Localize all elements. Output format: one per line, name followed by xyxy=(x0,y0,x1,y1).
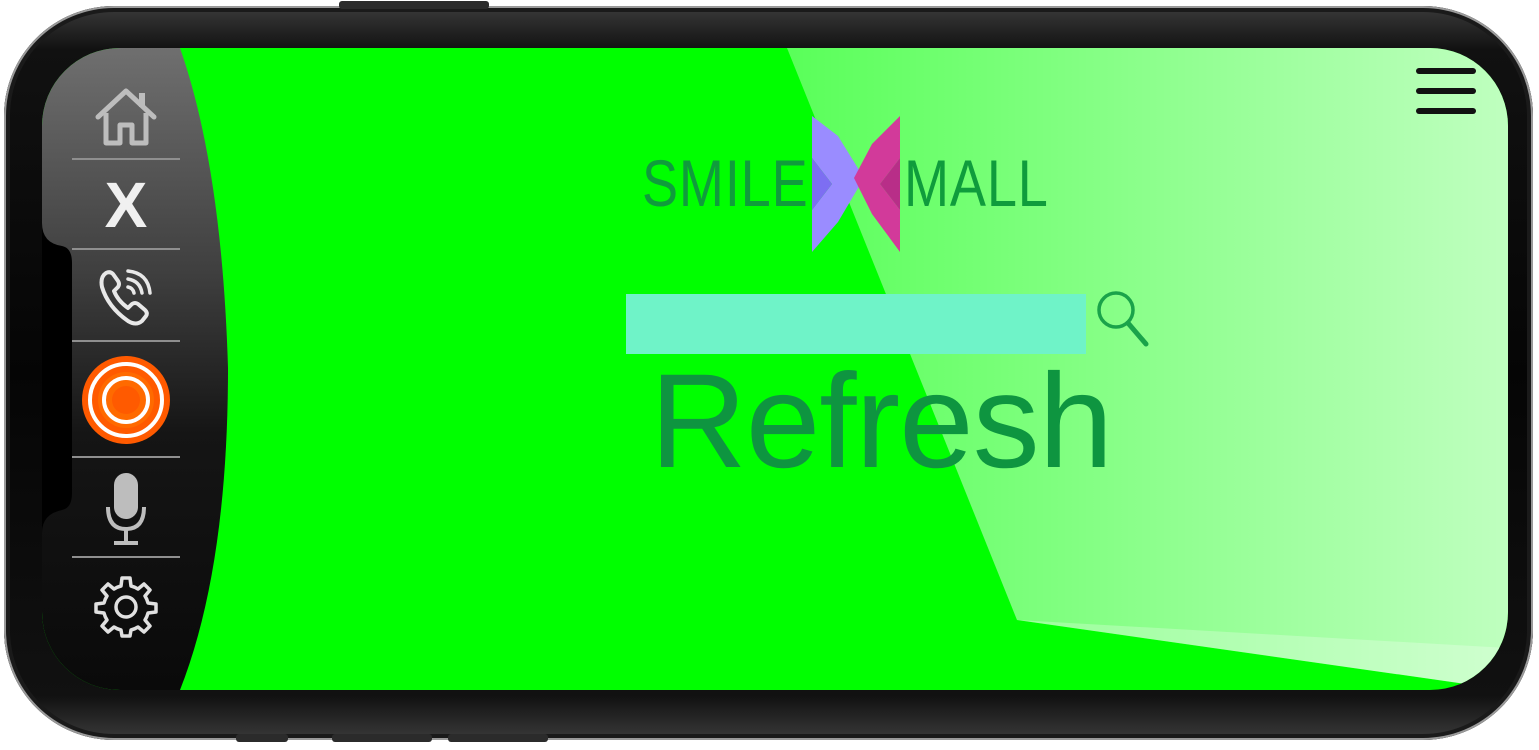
sidebar-item-close[interactable]: X xyxy=(72,162,180,248)
sidebar-divider xyxy=(72,158,180,160)
phone-frame: X SMILE MALL Refresh xyxy=(4,1,1533,742)
close-icon: X xyxy=(104,169,148,241)
sidebar-divider xyxy=(72,340,180,342)
sidebar-item-home[interactable] xyxy=(72,76,180,156)
sidebar-item-call[interactable] xyxy=(72,254,180,340)
hamburger-menu-icon xyxy=(1416,88,1476,94)
sidebar-item-settings[interactable] xyxy=(72,566,180,646)
search-button[interactable] xyxy=(1094,288,1154,352)
search-icon xyxy=(1097,291,1149,347)
search-input[interactable] xyxy=(626,294,1086,354)
sidebar-divider xyxy=(72,556,180,558)
phone-bottom-button-3 xyxy=(448,734,548,742)
sidebar: X xyxy=(42,48,242,690)
phone-top-button xyxy=(339,1,489,9)
refresh-button[interactable]: Refresh xyxy=(650,351,1113,493)
phone-bottom-button-2 xyxy=(332,734,432,742)
sidebar-divider xyxy=(72,248,180,250)
gear-icon xyxy=(94,576,158,638)
logo-x-mark xyxy=(812,116,900,252)
screen: X SMILE MALL Refresh xyxy=(42,48,1508,690)
record-icon xyxy=(82,356,170,444)
home-icon xyxy=(95,88,157,146)
logo-text-right: MALL xyxy=(904,146,1049,220)
menu-button[interactable] xyxy=(1416,66,1478,120)
hamburger-menu-icon xyxy=(1416,108,1476,114)
sidebar-divider xyxy=(72,456,180,458)
phone-bottom-button-1 xyxy=(236,734,288,742)
logo-text-left: SMILE xyxy=(642,146,809,220)
sidebar-item-microphone[interactable] xyxy=(72,462,180,556)
smilemall-logo: SMILE MALL xyxy=(642,114,1072,254)
sidebar-item-record[interactable] xyxy=(72,348,180,452)
microphone-icon xyxy=(106,473,146,545)
hamburger-menu-icon xyxy=(1416,68,1476,74)
phone-call-icon xyxy=(99,269,152,326)
